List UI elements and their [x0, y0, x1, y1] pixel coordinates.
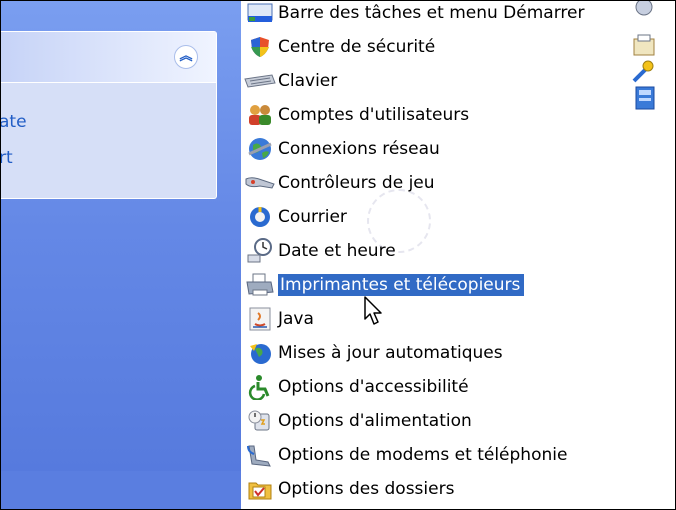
accessibility-icon — [242, 374, 278, 400]
shield-icon — [242, 34, 278, 60]
printer-icon — [242, 272, 278, 298]
collapse-chevron-icon[interactable]: ︽ — [174, 45, 198, 69]
sounds-icon — [635, 1, 653, 16]
task-link-2[interactable]: rt — [1, 148, 13, 168]
scanner-icon — [633, 34, 655, 56]
system-icon — [635, 86, 655, 110]
list-item-taskbar[interactable]: Barre des tâches et menu Démarrer — [242, 1, 587, 30]
task-box: ︽ ate rt — [1, 31, 217, 199]
power-icon — [242, 408, 278, 434]
tools-icon — [632, 60, 654, 83]
gamepad-icon — [242, 170, 278, 196]
task-pane-bottom — [1, 471, 241, 509]
list-item-date-time[interactable]: Date et heure — [242, 234, 399, 268]
java-icon — [242, 306, 278, 332]
update-icon — [242, 340, 278, 366]
item-label: Centre de sécurité — [278, 37, 436, 57]
mouse-cursor-icon — [364, 296, 382, 325]
keyboard-icon — [242, 68, 278, 94]
list-item-java[interactable]: Java — [242, 302, 317, 336]
item-label: Options des dossiers — [278, 479, 455, 499]
item-label: Imprimantes et télécopieurs — [278, 274, 525, 296]
users-icon — [242, 102, 278, 128]
mail-icon — [242, 204, 278, 230]
clock-icon — [242, 238, 278, 264]
item-label: Clavier — [278, 71, 338, 91]
task-pane: ︽ ate rt — [1, 1, 241, 509]
list-item-security-center[interactable]: Centre de sécurité — [242, 30, 438, 64]
list-item-modems-phone[interactable]: Options de modems et téléphonie — [242, 438, 570, 472]
item-label: Barre des tâches et menu Démarrer — [278, 3, 585, 23]
list-item-folder-options[interactable]: Options des dossiers — [242, 472, 457, 506]
list-item-mail[interactable]: Courrier — [242, 200, 350, 234]
list-item-user-accounts[interactable]: Comptes d'utilisateurs — [242, 98, 472, 132]
phone-icon — [242, 442, 278, 468]
task-box-header: ︽ — [1, 32, 216, 83]
network-icon — [242, 136, 278, 162]
taskbar-icon — [242, 1, 278, 26]
item-label: Courrier — [278, 207, 347, 227]
item-label: Options de modems et téléphonie — [278, 445, 568, 465]
item-label: Date et heure — [278, 241, 396, 261]
item-label: Java — [278, 309, 314, 329]
list-item-accessibility[interactable]: Options d'accessibilité — [242, 370, 472, 404]
item-label: Options d'alimentation — [278, 411, 472, 431]
list-item-automatic-updates[interactable]: Mises à jour automatiques — [242, 336, 506, 370]
task-link-1[interactable]: ate — [1, 112, 27, 132]
item-label: Comptes d'utilisateurs — [278, 105, 470, 125]
list-item-power-options[interactable]: Options d'alimentation — [242, 404, 475, 438]
folder-options-icon — [242, 476, 278, 502]
control-panel-window: ︽ ate rt PC Barre des tâches et menu Dém… — [0, 0, 676, 510]
list-item-network-connections[interactable]: Connexions réseau — [242, 132, 443, 166]
item-label: Contrôleurs de jeu — [278, 173, 435, 193]
list-item-game-controllers[interactable]: Contrôleurs de jeu — [242, 166, 438, 200]
control-panel-list: PC Barre des tâches et menu Démarrer Cen… — [242, 1, 675, 509]
list-item-keyboard[interactable]: Clavier — [242, 64, 340, 98]
item-label: Options d'accessibilité — [278, 377, 469, 397]
item-label: Mises à jour automatiques — [278, 343, 503, 363]
item-label: Connexions réseau — [278, 139, 440, 159]
